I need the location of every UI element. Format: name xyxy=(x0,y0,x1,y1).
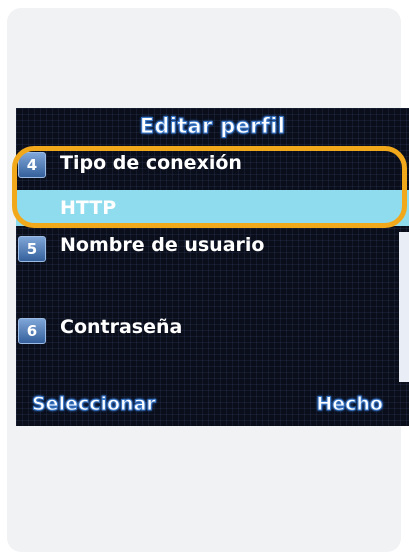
username-label: Nombre de usuario xyxy=(60,234,265,256)
menu-item-username[interactable]: 5 Nombre de usuario xyxy=(16,226,409,266)
menu-item-password[interactable]: 6 Contraseña xyxy=(16,308,409,348)
done-softkey[interactable]: Hecho xyxy=(316,387,384,421)
highlight-ring xyxy=(12,146,407,228)
number-6-icon: 6 xyxy=(18,318,46,344)
number-5-icon: 5 xyxy=(18,236,46,262)
password-label: Contraseña xyxy=(60,316,183,338)
scrollbar[interactable] xyxy=(399,232,409,382)
select-softkey[interactable]: Seleccionar xyxy=(32,387,157,421)
screen-title: Editar perfil xyxy=(139,114,286,139)
